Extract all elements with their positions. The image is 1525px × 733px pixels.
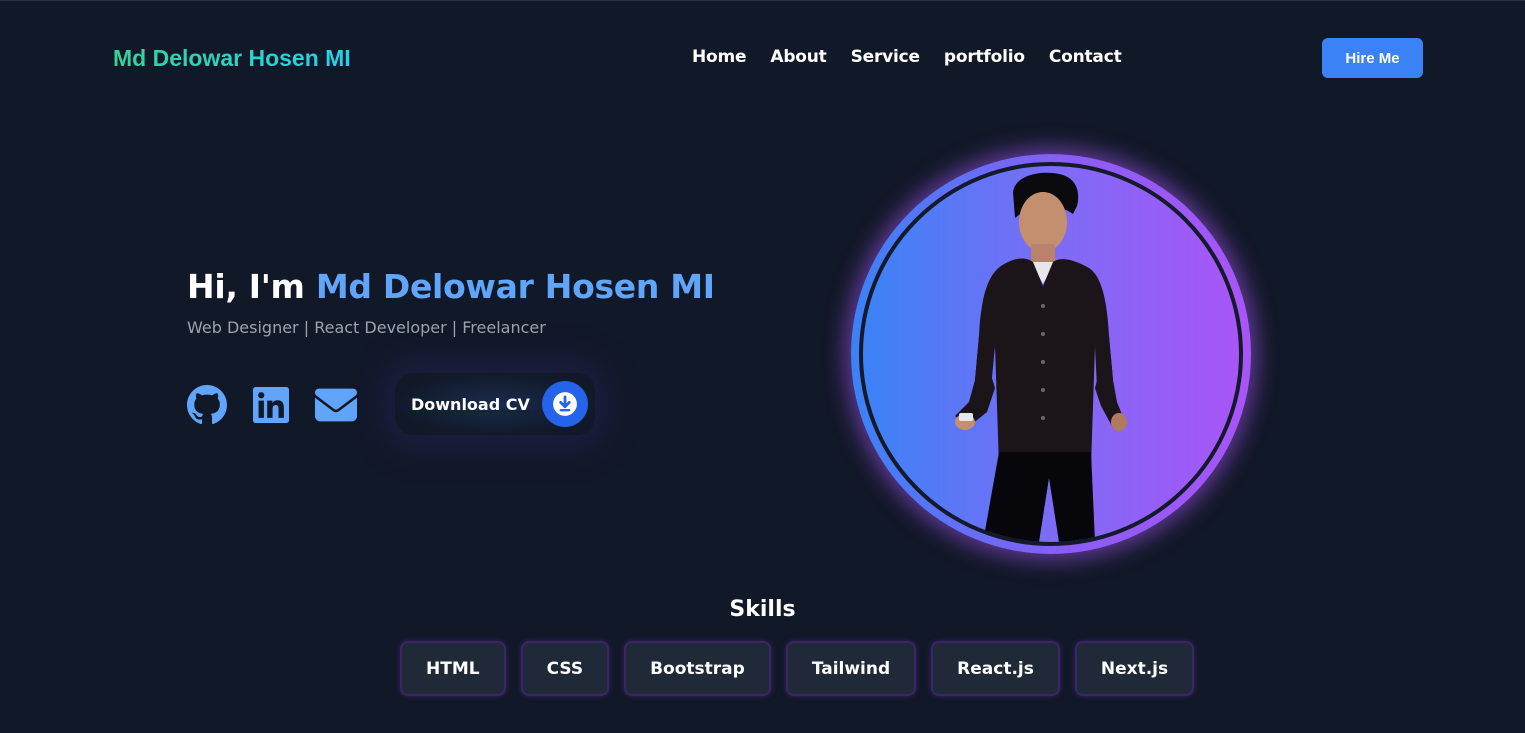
download-cv-label: Download CV <box>411 394 530 414</box>
skills-heading: Skills <box>729 597 796 622</box>
skill-nextjs: Next.js <box>1074 641 1195 696</box>
hire-me-button[interactable]: Hire Me <box>1322 38 1423 78</box>
skills-list: HTML CSS Bootstrap Tailwind React.js Nex… <box>400 641 1195 696</box>
nav-portfolio[interactable]: portfolio <box>944 47 1025 67</box>
nav-contact[interactable]: Contact <box>1049 47 1122 67</box>
mail-icon[interactable] <box>315 388 357 422</box>
hero-subtitle: Web Designer | React Developer | Freelan… <box>187 318 546 337</box>
profile-photo-frame <box>851 154 1251 554</box>
person-illustration <box>955 172 1127 542</box>
skill-html: HTML <box>400 641 506 696</box>
skill-css: CSS <box>520 641 610 696</box>
nav-home[interactable]: Home <box>692 47 747 67</box>
hero-greeting: Hi, I'm <box>187 267 305 306</box>
hero-name: Md Delowar Hosen MI <box>315 267 715 306</box>
portfolio-page: Md Delowar Hosen MI Home About Service p… <box>0 0 1525 733</box>
download-icon <box>541 381 588 427</box>
linkedin-icon[interactable] <box>253 387 289 423</box>
github-icon[interactable] <box>187 385 227 425</box>
skill-reactjs: React.js <box>931 641 1060 696</box>
nav-service[interactable]: Service <box>851 47 920 67</box>
profile-photo <box>859 162 1243 546</box>
download-cv-button[interactable]: Download CV <box>395 373 595 435</box>
nav-about[interactable]: About <box>770 47 826 67</box>
main-nav: Home About Service portfolio Contact <box>692 47 1122 67</box>
site-logo[interactable]: Md Delowar Hosen MI <box>113 45 351 72</box>
hero-title: Hi, I'm Md Delowar Hosen MI <box>187 267 715 306</box>
skill-tailwind: Tailwind <box>785 641 917 696</box>
social-links <box>187 385 357 425</box>
skill-bootstrap: Bootstrap <box>624 641 771 696</box>
